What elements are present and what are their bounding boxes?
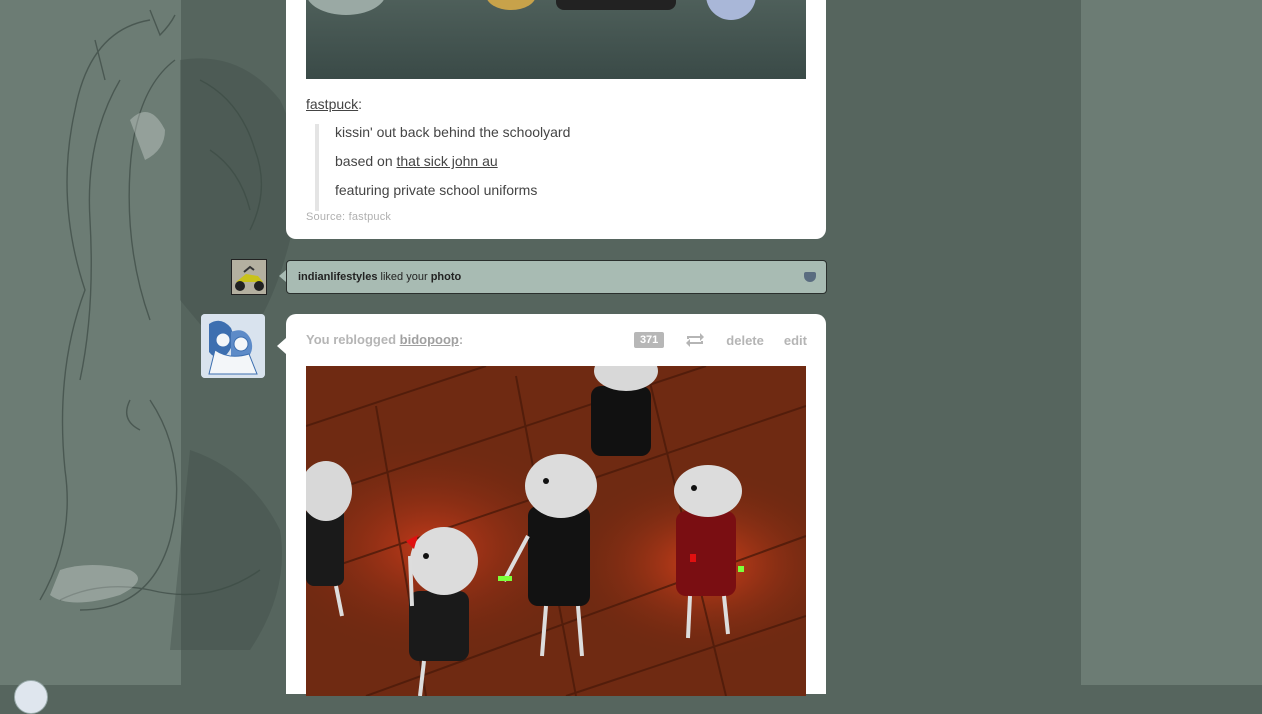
caption-user-link[interactable]: fastpuck (306, 96, 358, 112)
delete-button[interactable]: delete (726, 333, 764, 348)
avatar-illustration (201, 314, 265, 378)
post-photo[interactable] (306, 366, 806, 696)
right-background-panel (1081, 0, 1262, 685)
notification-pointer (279, 270, 286, 282)
blog-avatar[interactable] (201, 314, 265, 378)
reblog-prefix: You reblogged (306, 332, 400, 347)
caption-blockquote: kissin' out back behind the schoolyard b… (315, 124, 805, 211)
notification-text: indianlifestyles liked your photo (298, 271, 461, 283)
quote-line-2: based on that sick john au (335, 153, 805, 169)
like-notification: indianlifestyles liked your photo (286, 260, 827, 294)
photo-detail (706, 0, 756, 20)
reblog-icon[interactable] (684, 331, 706, 349)
motorcycle-thumbnail (232, 260, 266, 294)
photo-detail (556, 0, 676, 10)
notification-avatar[interactable] (231, 259, 267, 295)
reblog-source-user[interactable]: bidopoop (400, 332, 459, 347)
figure-top (591, 366, 658, 456)
photo-detail (306, 0, 386, 15)
caption-colon: : (358, 96, 363, 112)
quote-line-2-prefix: based on (335, 153, 397, 169)
notification-user[interactable]: indianlifestyles (298, 271, 377, 283)
john-au-link[interactable]: that sick john au (397, 153, 498, 169)
notes-count-badge[interactable]: 371 (633, 332, 665, 348)
post-caption: fastpuck: (306, 96, 806, 112)
photo-post-card: fastpuck: kissin' out back behind the sc… (286, 0, 826, 239)
scroll-to-top-button[interactable] (14, 680, 48, 714)
post-pointer (277, 338, 286, 354)
reblog-suffix: : (458, 332, 464, 347)
quote-line-1: kissin' out back behind the schoolyard (335, 124, 571, 140)
notification-object[interactable]: photo (431, 271, 462, 283)
reblog-post-card: You reblogged bidopoop: 371 delete edit (286, 314, 826, 696)
post-photo[interactable] (306, 0, 806, 79)
post-source[interactable]: Source: fastpuck (306, 211, 391, 223)
photo-detail (486, 0, 536, 10)
photo-scene (306, 366, 806, 696)
notification-action: liked your (377, 271, 431, 283)
edit-button[interactable]: edit (784, 333, 807, 348)
post-controls: 371 delete edit (633, 331, 807, 349)
notification-badge-icon (804, 272, 816, 282)
reblog-header: You reblogged bidopoop: (306, 332, 463, 347)
quote-line-3: featuring private school uniforms (335, 182, 538, 198)
